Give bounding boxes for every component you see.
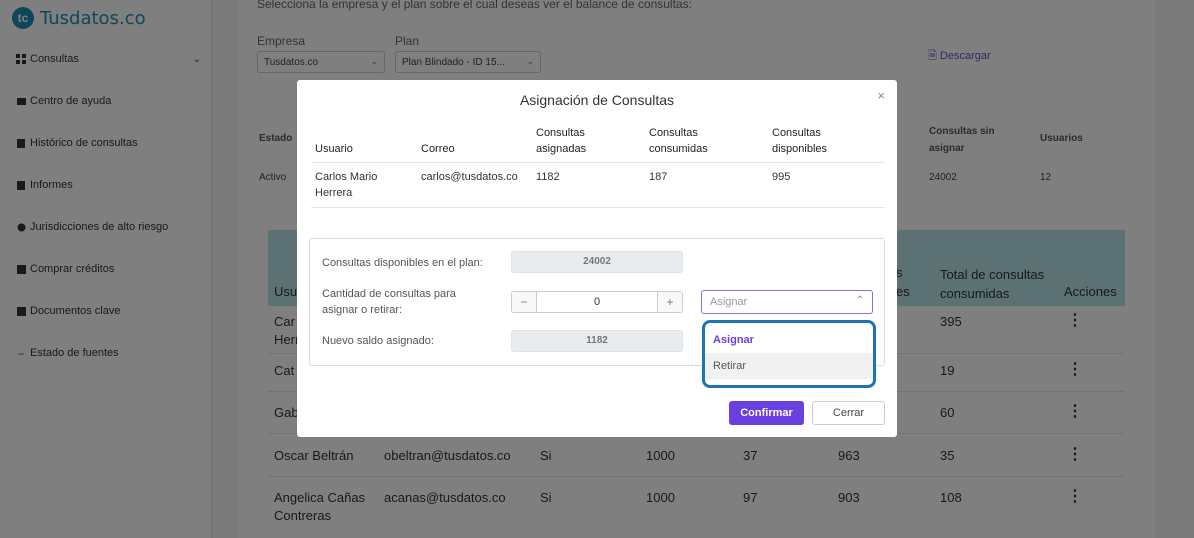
assign-queries-modal: Asignación de Consultas × Usuario Correo… [297, 80, 897, 437]
new-balance-label: Nuevo saldo asignado: [322, 335, 434, 347]
quantity-label-1: Cantidad de consultas para [322, 288, 456, 300]
quantity-stepper[interactable]: − 0 + [511, 291, 683, 313]
modal-header-correo: Correo [421, 143, 455, 155]
modal-header-usuario: Usuario [315, 143, 353, 155]
modal-title: Asignación de Consultas [519, 92, 675, 108]
modal-row-disponibles: 995 [772, 171, 791, 183]
option-asignar[interactable]: Asignar [705, 327, 873, 353]
modal-table-divider [311, 207, 885, 208]
cancel-button[interactable]: Cerrar [812, 401, 885, 425]
modal-row-usuario-1: Carlos Mario [315, 171, 378, 183]
increment-button[interactable]: + [658, 292, 682, 312]
modal-header-asignadas-1: Consultas [536, 127, 585, 139]
quantity-label-2: asignar o retirar: [322, 304, 403, 316]
action-dropdown-menu: Asignar Retirar [702, 320, 876, 388]
modal-row-asignadas: 1182 [536, 171, 560, 183]
modal-table-divider [311, 162, 885, 163]
modal-row-correo: carlos@tusdatos.co [421, 171, 518, 183]
modal-header-disponibles-1: Consultas [772, 127, 821, 139]
modal-header-consumidas-1: Consultas [649, 127, 698, 139]
plan-available-label: Consultas disponibles en el plan: [322, 257, 483, 269]
close-icon[interactable]: × [877, 88, 885, 103]
confirm-button[interactable]: Confirmar [729, 401, 804, 425]
option-retirar[interactable]: Retirar [705, 353, 873, 379]
new-balance-value: 1182 [511, 330, 683, 352]
modal-header-consumidas-2: consumidas [649, 143, 708, 155]
action-select[interactable]: Asignar ⌃ [701, 290, 873, 314]
modal-header-disponibles-2: disponibles [772, 143, 828, 155]
chevron-up-icon: ⌃ [855, 295, 864, 306]
quantity-input[interactable]: 0 [536, 292, 658, 312]
decrement-button[interactable]: − [512, 292, 536, 312]
action-select-placeholder: Asignar [710, 296, 748, 308]
modal-row-usuario-2: Herrera [315, 187, 353, 199]
modal-header-asignadas-2: asignadas [536, 143, 587, 155]
plan-available-value: 24002 [511, 251, 683, 273]
modal-row-consumidas: 187 [649, 171, 668, 183]
